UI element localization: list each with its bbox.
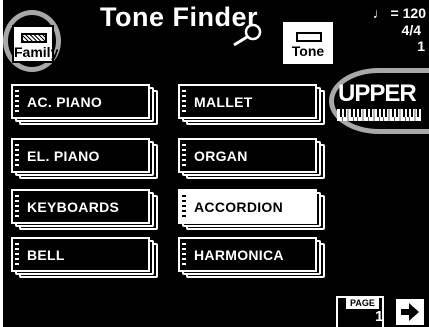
category-label: HARMONICA (194, 247, 284, 263)
category-ac-piano[interactable]: AC. PIANO (11, 84, 158, 125)
category-mallet[interactable]: MALLET (178, 84, 325, 125)
page-number: 1 (375, 308, 384, 325)
tone-button[interactable]: Tone (285, 24, 331, 62)
tempo-display: ♩ = 120 (372, 5, 426, 21)
part-label: UPPER (338, 80, 417, 107)
category-label: ACCORDION (194, 199, 284, 215)
tone-finder-screen: Family Tone Finder Tone ♩ = 120 4/4 1 AC… (3, 0, 429, 327)
family-button-label: Family (14, 44, 59, 60)
category-label: KEYBOARDS (27, 199, 120, 215)
category-label: ORGAN (194, 148, 248, 164)
binder-spiral (15, 90, 19, 113)
arrow-right-icon (401, 303, 419, 321)
keyboard-icon (337, 109, 421, 121)
category-label: AC. PIANO (27, 94, 103, 110)
category-label: EL. PIANO (27, 148, 100, 164)
measure-number: 1 (417, 38, 425, 54)
family-lcd-icon (21, 33, 47, 43)
binder-spiral (15, 195, 19, 218)
category-keyboards[interactable]: KEYBOARDS (11, 189, 158, 230)
magnifier-icon (233, 23, 262, 47)
binder-spiral (182, 243, 186, 266)
binder-spiral (15, 243, 19, 266)
tone-button-label: Tone (291, 43, 325, 59)
family-button[interactable]: Family (12, 25, 59, 63)
category-el-piano[interactable]: EL. PIANO (11, 138, 158, 179)
category-harmonica[interactable]: HARMONICA (178, 237, 325, 278)
category-label: MALLET (194, 94, 253, 110)
category-organ[interactable]: ORGAN (178, 138, 325, 179)
binder-spiral (182, 90, 186, 113)
binder-spiral (182, 195, 186, 218)
tone-lcd-icon (296, 32, 322, 42)
time-signature: 4/4 (401, 22, 421, 38)
category-accordion[interactable]: ACCORDION (178, 189, 325, 230)
next-page-button[interactable] (394, 297, 426, 327)
page-label: PAGE (346, 298, 379, 309)
binder-spiral (15, 144, 19, 167)
category-bell[interactable]: BELL (11, 237, 158, 278)
binder-spiral (182, 144, 186, 167)
category-label: BELL (27, 247, 65, 263)
